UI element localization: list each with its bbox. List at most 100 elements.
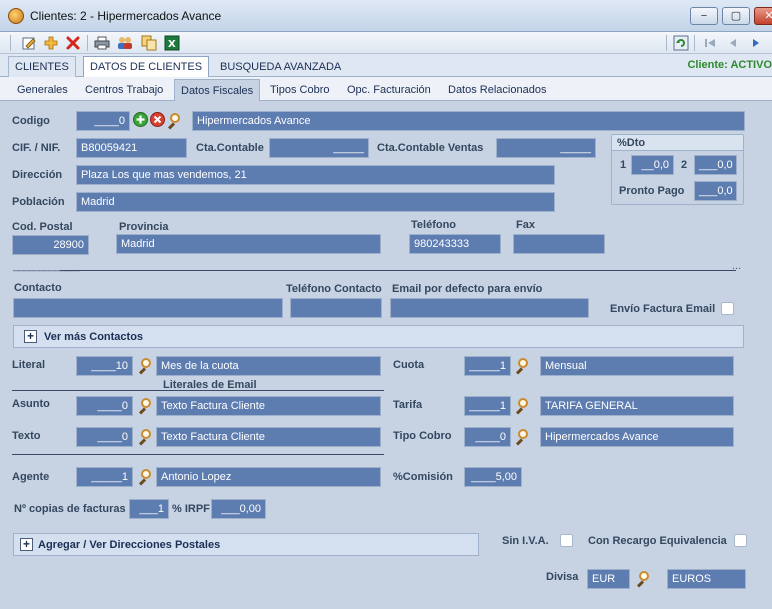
copias-facturas-label: Nº copias de facturas <box>14 503 126 515</box>
texto-code-field[interactable]: ____0 <box>76 427 133 447</box>
separator-line <box>60 270 736 271</box>
search-icon[interactable] <box>137 468 153 486</box>
tab-datos-de-clientes[interactable]: DATOS DE CLIENTES <box>83 56 210 77</box>
expand-icon[interactable]: + <box>20 538 33 551</box>
edit-icon[interactable] <box>21 35 37 51</box>
minimize-button[interactable]: − <box>690 7 718 25</box>
maximize-button[interactable]: ▢ <box>722 7 750 25</box>
first-icon[interactable] <box>702 35 718 51</box>
cuota-label: Cuota <box>393 359 425 371</box>
refresh-icon[interactable] <box>673 35 689 51</box>
pronto-pago-label: Pronto Pago <box>619 185 685 197</box>
close-button[interactable]: ✕ <box>754 7 772 25</box>
contacto-field[interactable] <box>13 298 283 318</box>
fax-field[interactable] <box>513 234 605 254</box>
agente-code-field[interactable]: _____1 <box>76 467 133 487</box>
texto-desc-field[interactable]: Texto Factura Cliente <box>156 427 381 447</box>
agente-desc-field[interactable]: Antonio Lopez <box>156 467 381 487</box>
cod-postal-field[interactable]: 28900 <box>12 235 89 255</box>
search-icon[interactable] <box>166 112 182 130</box>
asunto-code-field[interactable]: ____0 <box>76 396 133 416</box>
cuota-code-field[interactable]: _____1 <box>464 356 511 376</box>
next-icon[interactable] <box>748 35 764 51</box>
cuota-desc-field[interactable]: Mensual <box>540 356 734 376</box>
search-icon[interactable] <box>635 570 651 588</box>
telefono-label: Teléfono <box>411 219 457 231</box>
literal-desc-field[interactable]: Mes de la cuota <box>156 356 381 376</box>
subtab-datos-fiscales[interactable]: Datos Fiscales <box>174 79 261 102</box>
literal-label: Literal <box>12 359 46 371</box>
literal-code-field[interactable]: ____10 <box>76 356 133 376</box>
cta-contable-ventas-field[interactable]: _____ <box>496 138 596 158</box>
provincia-field[interactable]: Madrid <box>116 234 381 254</box>
cta-contable-field[interactable]: _____ <box>269 138 369 158</box>
pronto-pago-field[interactable]: ___0,0 <box>694 181 737 201</box>
provincia-label: Provincia <box>119 221 169 233</box>
search-icon[interactable] <box>514 397 530 415</box>
users-icon[interactable] <box>117 35 133 51</box>
telefono-field[interactable]: 980243333 <box>409 234 501 254</box>
email-envio-label: Email por defecto para envío <box>392 283 543 295</box>
email-envio-field[interactable] <box>390 298 589 318</box>
tipo-cobro-desc-field[interactable]: Hipermercados Avance <box>540 427 734 447</box>
dto-2-field[interactable]: ___0,0 <box>694 155 737 175</box>
add-icon[interactable] <box>133 112 148 127</box>
asunto-desc-field[interactable]: Texto Factura Cliente <box>156 396 381 416</box>
codigo-field[interactable]: ____0 <box>76 111 130 131</box>
sin-iva-checkbox[interactable] <box>560 534 573 547</box>
toolbar <box>0 32 772 54</box>
excel-icon[interactable]: X <box>164 35 180 51</box>
search-icon[interactable] <box>137 357 153 375</box>
svg-text:X: X <box>168 39 176 50</box>
delete-icon[interactable] <box>65 35 81 51</box>
irpf-label: % IRPF <box>172 503 210 515</box>
literales-email-line <box>12 390 384 391</box>
search-icon[interactable] <box>514 357 530 375</box>
nombre-field[interactable]: Hipermercados Avance <box>192 111 745 131</box>
separator-dots: ... <box>732 260 742 272</box>
envio-factura-email-checkbox[interactable] <box>721 302 734 315</box>
subtab-opc-facturacion[interactable]: Opc. Facturación <box>341 81 437 101</box>
dto-1-field[interactable]: __0,0 <box>631 155 674 175</box>
subtab-datos-relacionados[interactable]: Datos Relacionados <box>442 81 552 101</box>
cif-field[interactable]: B80059421 <box>76 138 187 158</box>
subtab-centros-trabajo[interactable]: Centros Trabajo <box>79 81 169 101</box>
tarifa-code-field[interactable]: _____1 <box>464 396 511 416</box>
tab-clientes[interactable]: CLIENTES <box>8 56 76 77</box>
sin-iva-label: Sin I.V.A. <box>502 535 549 547</box>
comision-label: %Comisión <box>393 471 453 483</box>
search-icon[interactable] <box>514 428 530 446</box>
copy-icon[interactable] <box>141 35 157 51</box>
expand-icon[interactable]: + <box>24 330 37 343</box>
recargo-equivalencia-checkbox[interactable] <box>734 534 747 547</box>
poblacion-field[interactable]: Madrid <box>76 192 555 212</box>
comision-field[interactable]: ____5,00 <box>464 467 522 487</box>
add-icon[interactable] <box>43 35 59 51</box>
search-icon[interactable] <box>137 428 153 446</box>
dto-title: %Dto <box>617 137 646 149</box>
divisa-code-field[interactable]: EUR <box>587 569 630 589</box>
direcciones-postales-label[interactable]: Agregar / Ver Direcciones Postales <box>38 539 220 551</box>
copias-facturas-field[interactable]: ___1 <box>129 499 169 519</box>
toolbar-separator <box>87 35 88 51</box>
subtab-generales[interactable]: Generales <box>11 81 74 101</box>
ver-mas-contactos-label[interactable]: Ver más Contactos <box>44 331 143 343</box>
tarifa-desc-field[interactable]: TARIFA GENERAL <box>540 396 734 416</box>
tab-busqueda-avanzada[interactable]: BUSQUEDA AVANZADA <box>213 56 348 77</box>
tipo-cobro-code-field[interactable]: ____0 <box>464 427 511 447</box>
cta-contable-ventas-label: Cta.Contable Ventas <box>377 142 484 154</box>
print-icon[interactable] <box>94 35 110 51</box>
poblacion-label: Población <box>12 196 65 208</box>
remove-icon[interactable] <box>150 112 165 127</box>
divisa-desc-field[interactable]: EUROS <box>667 569 746 589</box>
search-icon[interactable] <box>137 397 153 415</box>
telefono-contacto-field[interactable] <box>290 298 382 318</box>
subtab-tipos-cobro[interactable]: Tipos Cobro <box>264 81 336 101</box>
telefono-contacto-label: Teléfono Contacto <box>286 283 382 295</box>
irpf-field[interactable]: ___0,00 <box>211 499 266 519</box>
cta-contable-label: Cta.Contable <box>196 142 264 154</box>
direccion-field[interactable]: Plaza Los que mas vendemos, 21 <box>76 165 555 185</box>
window-title: Clientes: 2 - Hipermercados Avance <box>30 9 222 23</box>
prev-icon[interactable] <box>725 35 741 51</box>
tipo-cobro-label: Tipo Cobro <box>393 430 452 442</box>
